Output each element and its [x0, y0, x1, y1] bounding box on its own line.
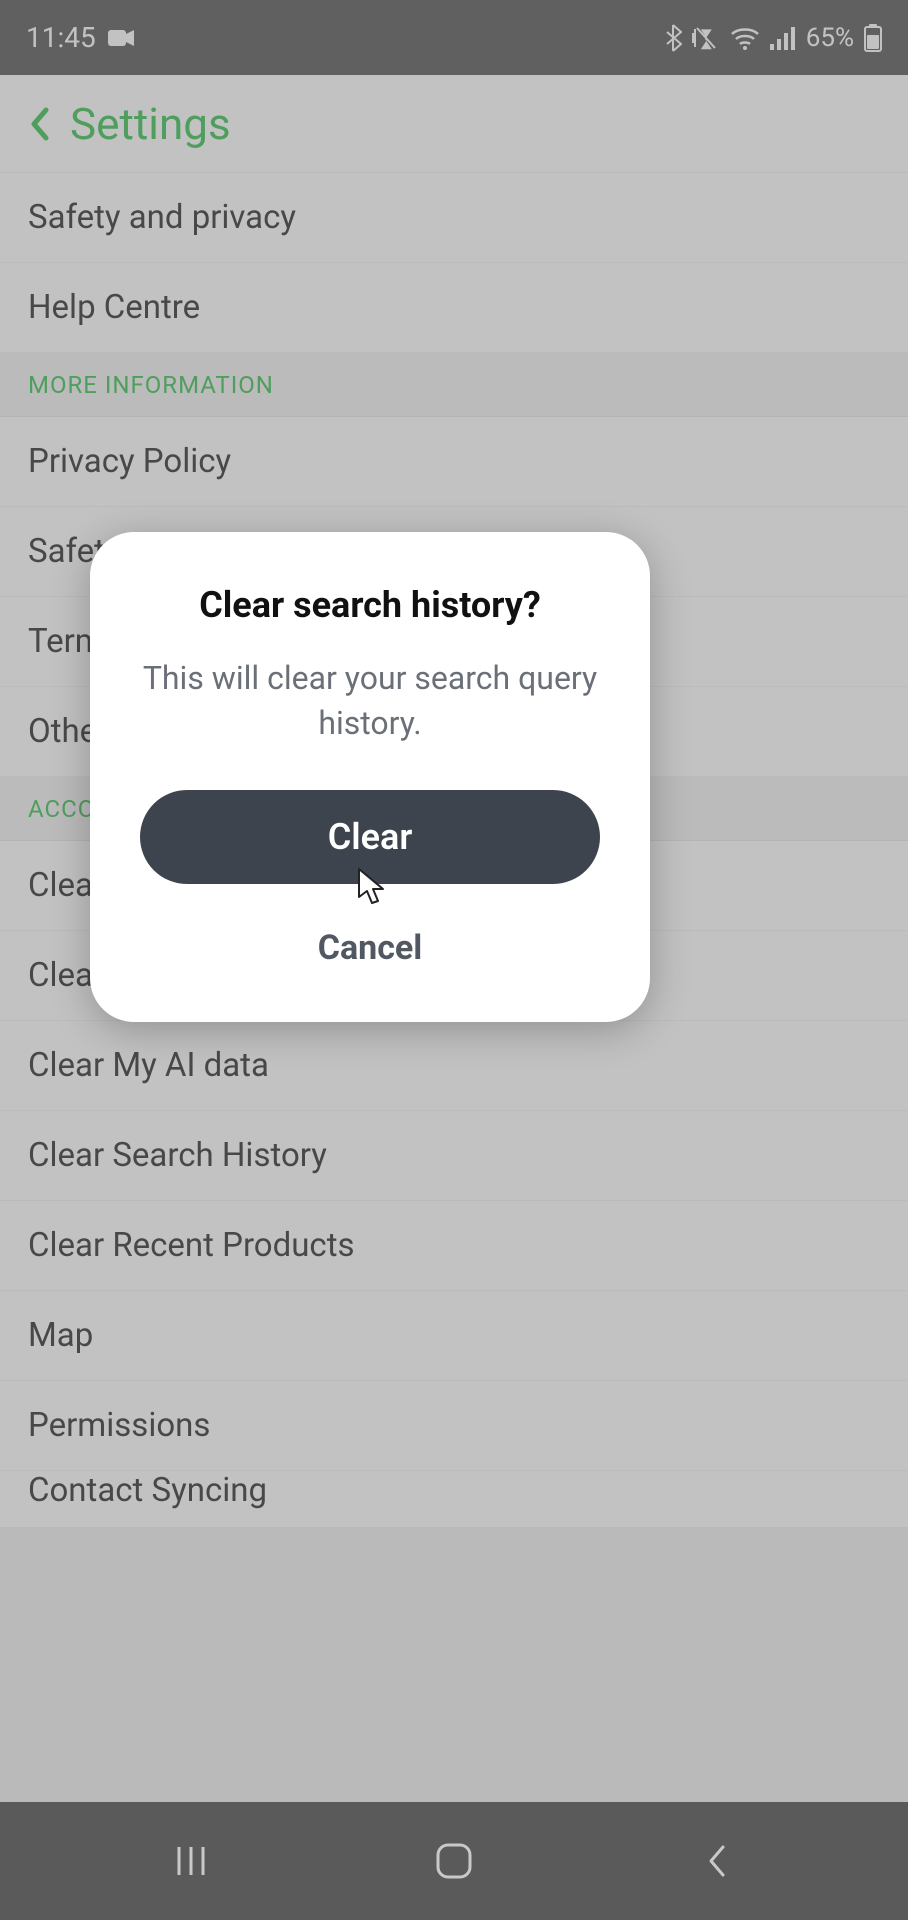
- recents-button[interactable]: [161, 1831, 221, 1891]
- dialog-message: This will clear your search query histor…: [130, 656, 610, 746]
- bluetooth-icon: [664, 24, 682, 52]
- list-item[interactable]: Safety and privacy: [0, 173, 908, 263]
- list-item-label: Map: [28, 1316, 93, 1355]
- battery-percent: 65%: [806, 23, 854, 53]
- list-item-label: Privacy Policy: [28, 442, 231, 481]
- list-item-label: Help Centre: [28, 288, 200, 327]
- page-title: Settings: [70, 98, 231, 150]
- dialog-title: Clear search history?: [130, 584, 610, 626]
- clear-button-label: Clear: [328, 816, 413, 858]
- signal-icon: [770, 26, 796, 50]
- list-item-label: Clear Recent Products: [28, 1226, 355, 1265]
- list-item[interactable]: Clear My AI data: [0, 1021, 908, 1111]
- list-item[interactable]: Clear Recent Products: [0, 1201, 908, 1291]
- cancel-button[interactable]: Cancel: [130, 918, 610, 978]
- system-nav-bar: [0, 1802, 908, 1920]
- clear-search-history-dialog: Clear search history? This will clear yo…: [90, 532, 650, 1022]
- back-nav-button[interactable]: [687, 1831, 747, 1891]
- back-button[interactable]: [20, 104, 60, 144]
- list-item-label: Safety and privacy: [28, 198, 296, 237]
- wifi-icon: [730, 26, 760, 50]
- battery-icon: [864, 24, 882, 52]
- list-item-label: Contact Syncing: [28, 1471, 267, 1510]
- cancel-button-label: Cancel: [318, 928, 423, 968]
- list-item[interactable]: Clear Search History: [0, 1111, 908, 1201]
- video-icon: [108, 28, 134, 48]
- clear-button[interactable]: Clear: [140, 790, 600, 884]
- list-item[interactable]: Contact Syncing: [0, 1471, 908, 1527]
- section-header-more-info: MORE INFORMATION: [0, 353, 908, 417]
- home-button[interactable]: [424, 1831, 484, 1891]
- status-time: 11:45: [26, 21, 96, 54]
- app-header: Settings: [0, 75, 908, 173]
- list-item[interactable]: Help Centre: [0, 263, 908, 353]
- vibrate-icon: [692, 25, 720, 51]
- list-item[interactable]: Permissions: [0, 1381, 908, 1471]
- list-item[interactable]: Privacy Policy: [0, 417, 908, 507]
- list-item[interactable]: Map: [0, 1291, 908, 1381]
- list-item-label: Permissions: [28, 1406, 210, 1445]
- list-item-label: Clear Search History: [28, 1136, 327, 1175]
- list-item-label: Clear My AI data: [28, 1046, 269, 1085]
- status-bar: 11:45 65%: [0, 0, 908, 75]
